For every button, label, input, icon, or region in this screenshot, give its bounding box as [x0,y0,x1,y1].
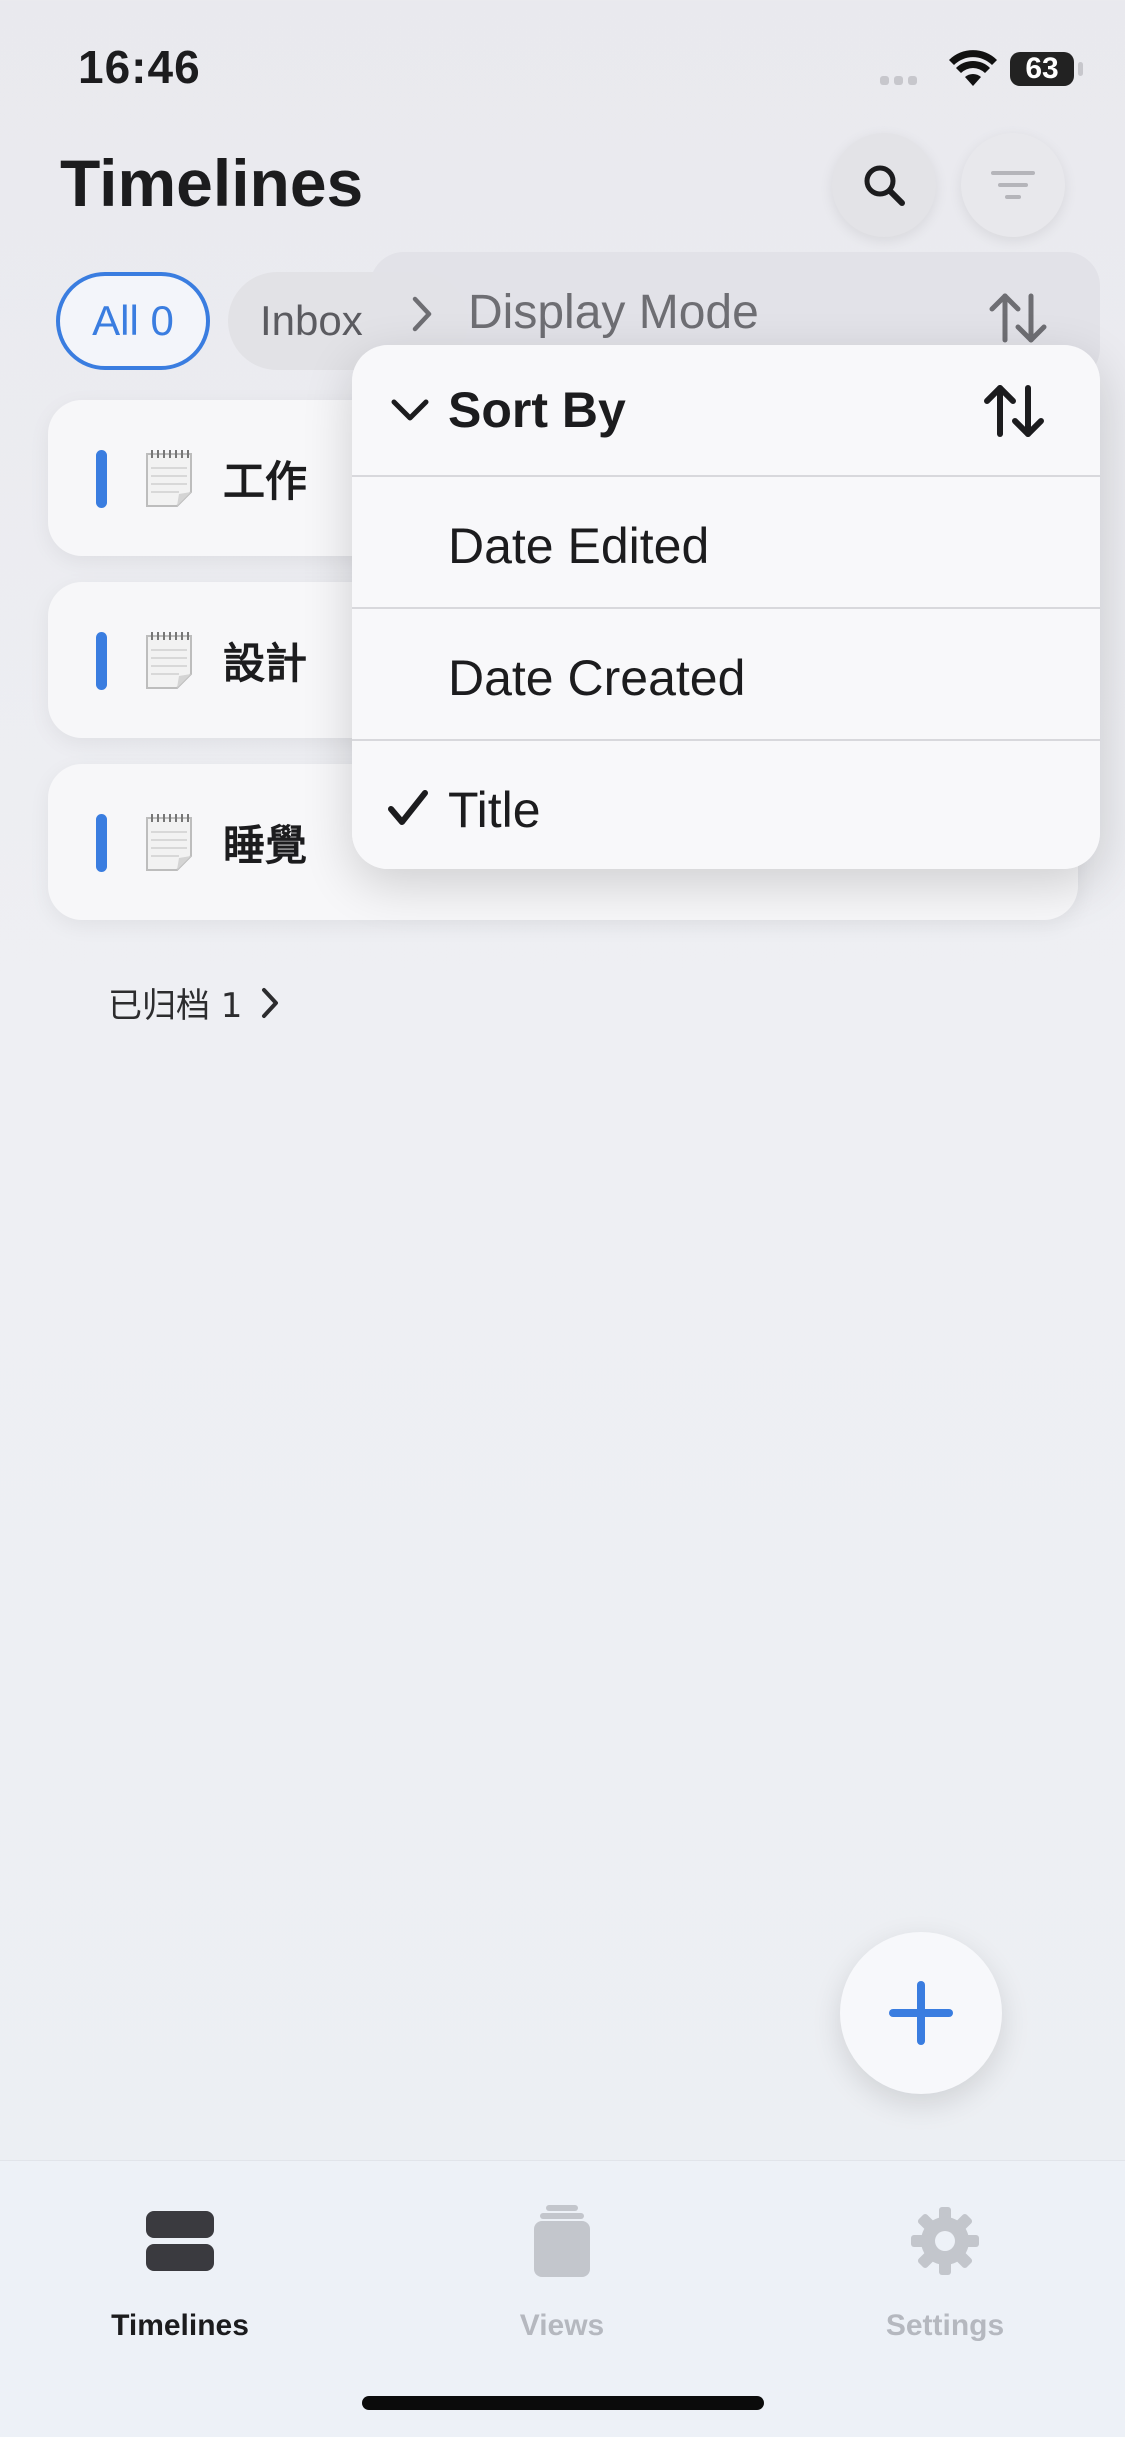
notepad-icon [146,450,192,507]
battery-tip [1078,62,1083,76]
chevron-right-icon [262,987,279,1018]
archived-link[interactable]: 已归档 1 [108,978,280,1027]
gear-icon [911,2207,979,2275]
tab-views[interactable]: Views [432,2201,692,2343]
notepad-icon [146,632,192,689]
cellular-signal-icon [880,72,922,90]
menu-option-date-created[interactable]: Date Created [352,609,1100,741]
menu-option-label: Title [448,782,541,838]
tab-label: Views [519,2309,605,2342]
search-button[interactable] [832,133,936,237]
sort-arrows-icon [989,293,1047,343]
tab-label: Timelines [111,2309,249,2342]
sort-by-menu: Sort By Date Edited Date Created Title [352,345,1100,869]
tab-settings[interactable]: Settings [815,2201,1075,2343]
filter-lines-icon [991,171,1035,199]
timeline-name: 工作 [223,457,308,506]
menu-sort-by-label: Sort By [448,382,626,438]
chevron-down-icon [391,399,429,421]
timeline-name: 睡覺 [223,821,308,870]
tab-bar: Timelines Views Settings [0,2160,1125,2437]
archive-box-icon [534,2205,590,2277]
menu-option-label: Date Edited [448,518,710,574]
page-title: Timelines [60,146,364,220]
search-icon [864,165,905,206]
timeline-color-bar [96,632,107,690]
timeline-name: 設計 [223,639,308,688]
status-time: 16:46 [78,41,201,93]
timeline-color-bar [96,450,107,508]
menu-option-date-edited[interactable]: Date Edited [352,477,1100,609]
status-bar: 16:46 63 [0,0,1125,130]
chevron-right-icon [412,296,432,332]
battery-indicator: 63 [1010,52,1074,86]
checkmark-icon [388,790,428,825]
tab-label: Settings [885,2309,1005,2342]
menu-option-label: Date Created [448,650,746,706]
menu-display-mode-label: Display Mode [468,286,759,339]
stack-icon [146,2211,214,2271]
wifi-icon [949,50,997,86]
plus-icon [889,1981,953,2045]
sort-filter-button[interactable] [961,133,1065,237]
notepad-icon [146,814,192,871]
filter-chip-all[interactable]: All 0 [56,272,210,370]
menu-option-title[interactable]: Title [352,741,1100,869]
home-indicator[interactable] [362,2396,764,2410]
timeline-color-bar [96,814,107,872]
archived-label: 已归档 1 [108,986,243,1026]
sort-arrows-icon [984,385,1044,437]
tab-timelines[interactable]: Timelines [50,2201,310,2343]
add-timeline-button[interactable] [840,1932,1002,2094]
menu-sort-by-header[interactable]: Sort By [352,345,1100,477]
